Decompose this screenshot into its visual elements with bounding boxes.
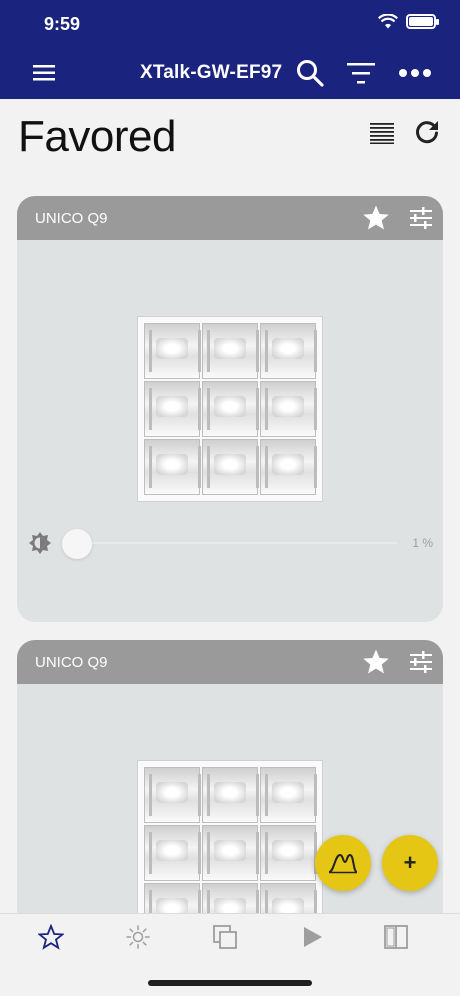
status-icons — [378, 14, 439, 29]
app-header: 9:59 XTalk-GW-EF97 — [0, 0, 460, 99]
filter-icon[interactable] — [345, 58, 377, 88]
brightness-slider[interactable]: 1 % — [29, 528, 433, 559]
refresh-icon[interactable] — [414, 119, 440, 145]
light-fixture-image — [137, 316, 323, 502]
page-title: Favored — [18, 112, 176, 161]
tab-scenes-play-icon[interactable] — [299, 924, 325, 950]
home-indicator — [148, 980, 312, 986]
star-icon[interactable] — [362, 648, 390, 676]
star-icon[interactable] — [362, 204, 390, 232]
card-header: UNICO Q9 — [17, 196, 443, 240]
plus-icon: + — [403, 850, 417, 875]
brightness-icon — [29, 532, 51, 554]
light-name: UNICO Q9 — [35, 654, 108, 671]
tab-groups-icon[interactable] — [212, 924, 238, 950]
list-view-icon[interactable] — [369, 122, 395, 144]
light-card[interactable]: UNICO Q9 — [17, 640, 443, 940]
light-card[interactable]: UNICO Q9 1 % — [17, 196, 443, 622]
wifi-icon — [378, 14, 398, 29]
light-curve-button[interactable] — [315, 835, 371, 891]
tab-lights-sun-icon[interactable] — [125, 924, 151, 950]
slider-track[interactable] — [77, 542, 397, 544]
brightness-value: 1 % — [412, 536, 433, 550]
card-header: UNICO Q9 — [17, 640, 443, 684]
hamburger-icon[interactable] — [33, 64, 55, 82]
search-icon[interactable] — [295, 58, 325, 88]
tab-rooms-door-icon[interactable] — [383, 924, 409, 950]
add-button[interactable]: + — [382, 835, 438, 891]
slider-thumb[interactable] — [62, 529, 92, 559]
more-horizontal-icon[interactable] — [398, 66, 432, 80]
bottom-tab-bar — [0, 913, 460, 961]
light-name: UNICO Q9 — [35, 210, 108, 227]
light-curve-icon — [328, 853, 358, 874]
sliders-icon[interactable] — [409, 206, 433, 230]
tab-favorites-star-icon[interactable] — [38, 924, 64, 950]
status-time: 9:59 — [44, 14, 81, 34]
sliders-icon[interactable] — [409, 650, 433, 674]
battery-icon — [406, 14, 439, 29]
gateway-title: XTalk-GW-EF97 — [140, 62, 283, 83]
